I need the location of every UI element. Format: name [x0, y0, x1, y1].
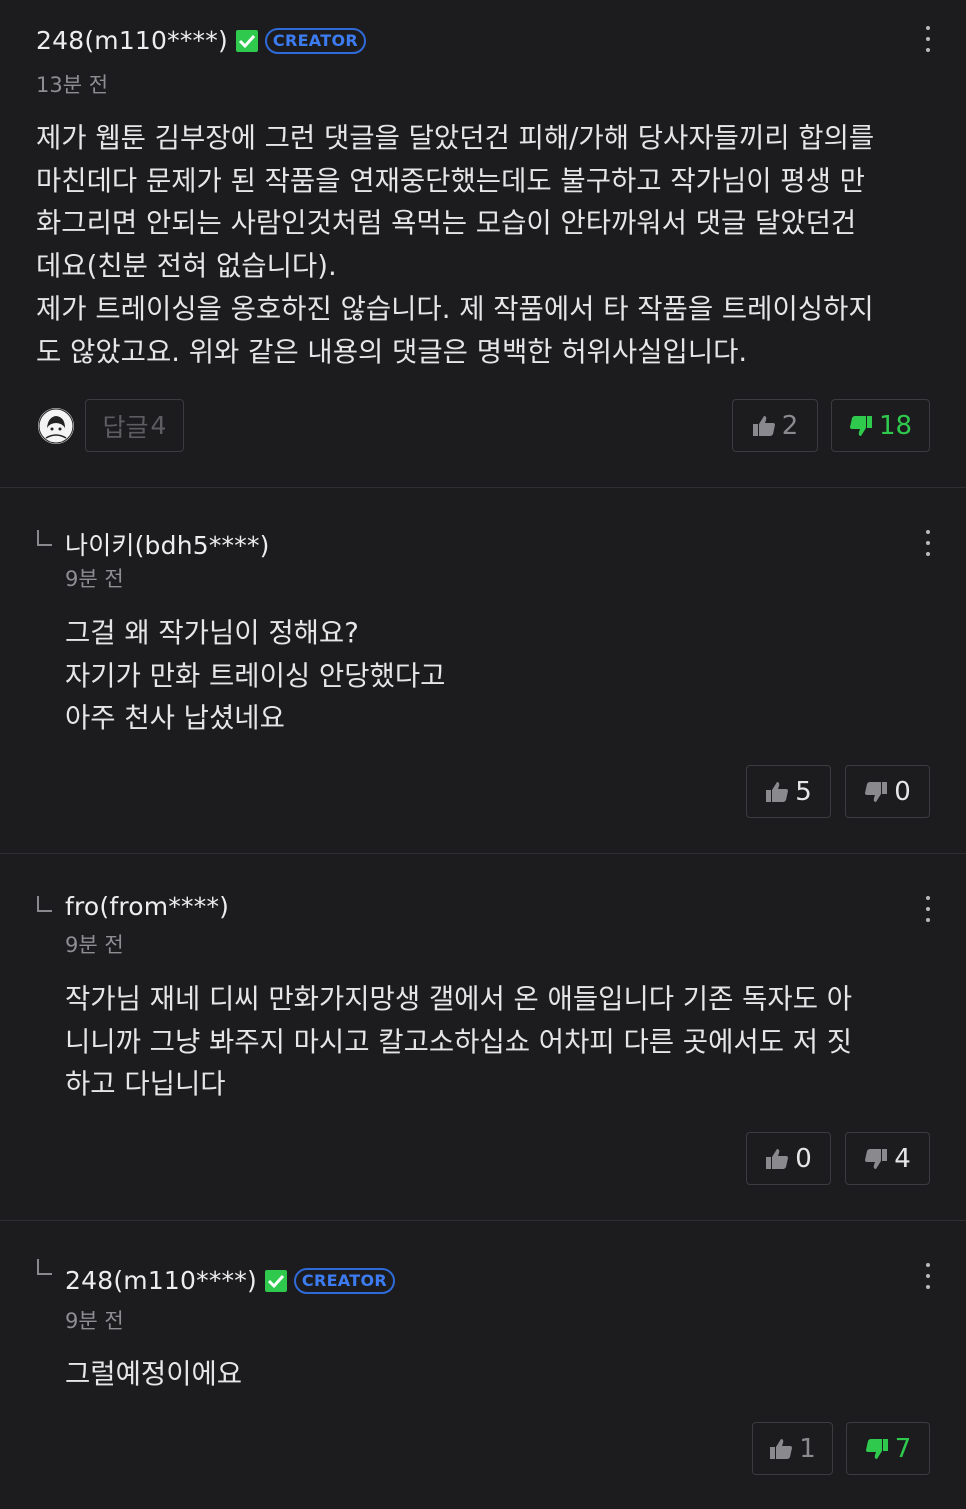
avatar[interactable]	[38, 408, 74, 444]
comment-line: 자기가 만화 트레이싱 안당했다고	[65, 659, 446, 692]
comment-author: fro(from****)	[65, 892, 229, 921]
comment-body: 그럴예정이에요	[65, 1353, 242, 1396]
comment-author: 248(m110****) CREATOR	[65, 1266, 395, 1295]
verified-check-icon	[264, 1269, 288, 1293]
reply-comment: 248(m110****) CREATOR 9분 전 그럴예정이에요 1 7	[0, 1221, 966, 1509]
thumbs-up-icon	[766, 781, 789, 802]
creator-badge: CREATOR	[264, 27, 366, 54]
thumbs-down-icon	[865, 1438, 888, 1459]
thumbs-down-icon	[865, 1148, 888, 1169]
dislike-button[interactable]: 4	[845, 1132, 930, 1185]
author-name[interactable]: 248(m110****)	[65, 1266, 257, 1295]
comment-body: 제가 웹툰 김부장에 그런 댓글을 달았던건 피해/가해 당사자들끼리 합의를 …	[36, 117, 874, 373]
dislike-count: 4	[894, 1143, 911, 1174]
thumbs-up-icon	[770, 1438, 793, 1459]
comment-line: 그걸 왜 작가님이 정해요?	[65, 617, 359, 649]
reply-label: 답글	[102, 412, 149, 442]
comment-author: 248(m110****) CREATOR	[36, 26, 366, 55]
reply-button[interactable]: 답글 4	[85, 399, 184, 452]
reply-arrow-icon	[37, 896, 52, 912]
comment-line: 니니까 그냥 봐주지 마시고 칼고소하십쇼 어차피 다른 곳에서도 저 짓	[65, 1025, 853, 1058]
comment-line: 마친데다 문제가 된 작품을 연재중단했는데도 불구하고 작가님이 평생 만	[36, 164, 865, 197]
comment-line: 제가 트레이싱을 옹호하진 않습니다. 제 작품에서 타 작품을 트레이싱하지	[36, 292, 874, 325]
thumbs-up-icon	[752, 415, 775, 436]
comment-line: 화그리면 안되는 사람인것처럼 욕먹는 모습이 안타까워서 댓글 달았던건	[36, 207, 857, 240]
dislike-count: 18	[878, 410, 913, 441]
reply-arrow-icon	[37, 1259, 52, 1275]
like-count: 5	[795, 776, 812, 807]
thumbs-down-icon	[865, 781, 888, 802]
creator-badge: CREATOR	[293, 1267, 395, 1294]
thumbs-down-icon	[849, 415, 872, 436]
verified-check-icon	[235, 29, 259, 53]
dislike-button[interactable]: 18	[831, 399, 930, 452]
comment-line: 작가님 재네 디씨 만화가지망생 갤에서 온 애들입니다 기존 독자도 아	[65, 983, 853, 1015]
comment-time: 9분 전	[65, 1309, 124, 1333]
like-button[interactable]: 2	[732, 399, 818, 452]
reply-comment: fro(from****) 9분 전 작가님 재네 디씨 만화가지망생 갤에서 …	[0, 854, 966, 1220]
dislike-button[interactable]: 0	[845, 765, 930, 818]
more-options-icon[interactable]	[924, 528, 932, 558]
comment-time: 9분 전	[65, 933, 124, 957]
dislike-count: 0	[894, 776, 911, 807]
comment-line: 제가 웹툰 김부장에 그런 댓글을 달았던건 피해/가해 당사자들끼리 합의를	[36, 122, 875, 154]
like-button[interactable]: 0	[746, 1132, 831, 1185]
comment-author: 나이키(bdh5****)	[65, 526, 270, 562]
comment: 248(m110****) CREATOR 13분 전 제가 웹툰 김부장에 그…	[0, 0, 966, 487]
reply-count: 4	[150, 411, 167, 440]
comment-body: 그걸 왜 작가님이 정해요? 자기가 만화 트레이싱 안당했다고 아주 천사 납…	[65, 612, 445, 740]
comment-line: 하고 다닙니다	[65, 1068, 226, 1101]
reply-comment: 나이키(bdh5****) 9분 전 그걸 왜 작가님이 정해요? 자기가 만화…	[0, 488, 966, 853]
author-name[interactable]: 248(m110****)	[36, 26, 228, 55]
comment-body: 작가님 재네 디씨 만화가지망생 갤에서 온 애들입니다 기존 독자도 아 니니…	[65, 978, 852, 1106]
dislike-count: 7	[894, 1433, 912, 1464]
comment-line: 데요(친분 전혀 없습니다).	[36, 250, 337, 283]
more-options-icon[interactable]	[924, 1261, 932, 1291]
dislike-button[interactable]: 7	[846, 1422, 930, 1475]
like-count: 2	[781, 410, 799, 441]
author-name[interactable]: fro(from****)	[65, 892, 229, 921]
like-count: 0	[795, 1143, 812, 1174]
like-button[interactable]: 5	[746, 765, 831, 818]
thumbs-up-icon	[766, 1148, 789, 1169]
author-name[interactable]: 나이키(bdh5****)	[65, 526, 270, 562]
reply-arrow-icon	[37, 530, 52, 546]
comment-line: 아주 천사 납셨네요	[65, 702, 285, 735]
comment-time: 13분 전	[36, 73, 109, 97]
comment-line: 그럴예정이에요	[65, 1358, 243, 1390]
more-options-icon[interactable]	[924, 894, 932, 924]
like-button[interactable]: 1	[752, 1422, 833, 1475]
comment-time: 9분 전	[65, 567, 124, 591]
more-options-icon[interactable]	[924, 24, 932, 54]
like-count: 1	[799, 1433, 816, 1464]
comment-line: 도 않았고요. 위와 같은 내용의 댓글은 명백한 허위사실입니다.	[36, 335, 748, 368]
